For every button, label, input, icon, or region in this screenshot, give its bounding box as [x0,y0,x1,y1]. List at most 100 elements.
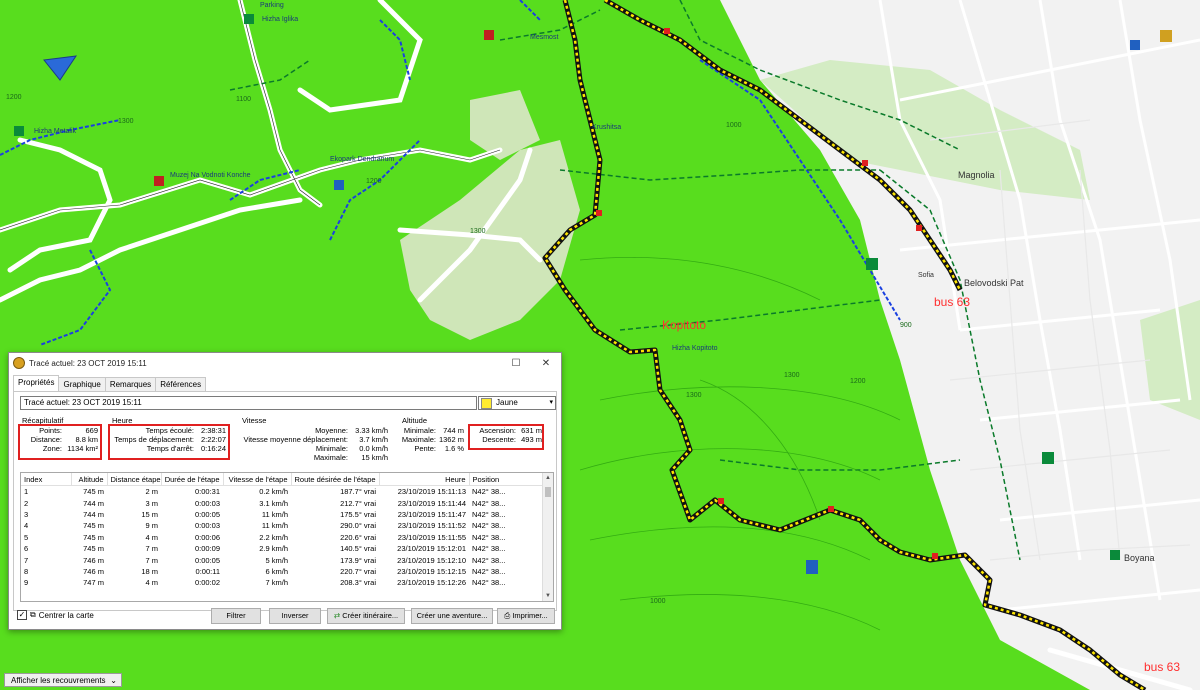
maximize-icon[interactable]: ☐ [501,358,531,369]
cell-index: 3 [24,509,29,519]
contour-label: 1300 [784,372,800,379]
cell-time: 23/10/2019 15:11:44 [397,498,466,508]
scroll-down-icon[interactable]: ▼ [543,591,553,601]
cell-altitude: 745 m [83,521,104,531]
cell-position: N42° 38... [472,487,506,497]
center-map-label: Centrer la carte [38,610,94,620]
map-label-belovodski: Belovodski Pat [964,278,1024,288]
invert-button[interactable]: Inverser [269,608,321,624]
contour-label: 1300 [118,118,134,125]
alt-min-label: Minimale: [403,426,436,435]
table-row[interactable]: 5 745 m 4 m 0:00:06 2.2 km/h 220.6° vrai 23/10… [21,532,543,543]
cell-position: N42° 38... [472,566,506,576]
altitude-title: Altitude [402,416,428,425]
map-label-magnolia: Magnolia [958,170,995,180]
contour-label: 1200 [366,178,382,185]
cell-altitude: 746 m [83,555,104,565]
cell-leg-duration: 0:00:03 [194,521,220,531]
cell-leg-distance: 4 m [145,532,158,542]
col-header-leg-speed[interactable]: Vitesse de l'étape [223,473,292,486]
avg-moving-speed-value: 3.7 km/h [359,435,388,444]
track-properties-dialog[interactable]: Tracé actuel: 23 OCT 2019 15:11 ☐ ✕ Prop… [8,352,562,630]
cell-leg-distance: 9 m [145,521,158,531]
track-name-input[interactable]: Tracé actuel: 23 OCT 2019 15:11 [20,396,477,410]
contour-label: 1300 [686,392,702,399]
cell-time: 23/10/2019 15:12:26 [397,578,466,588]
scrollbar-thumb[interactable] [545,487,551,497]
cell-leg-course: 187.7° vrai [340,487,376,497]
map-label-kopitoto-poi: Hizha Kopitoto [672,345,718,352]
map-label-parking: Parking [260,2,284,9]
printer-icon: ⎙ [504,611,511,620]
properties-panel: Tracé actuel: 23 OCT 2019 15:11 Jaune ▾ … [13,391,557,611]
avg-speed-value: 3.33 km/h [355,426,388,435]
cell-index: 1 [24,487,29,497]
cell-leg-course: 212.7° vrai [340,498,376,508]
map-label-hizha-iglika: Hizha Iglika [262,16,299,23]
min-speed-label: Minimale: [315,444,348,453]
print-label: Imprimer... [512,611,548,620]
cell-leg-speed: 11 km/h [261,509,288,519]
alt-min-value: 744 m [443,426,464,435]
table-row[interactable]: 1 745 m 2 m 0:00:31 0.2 km/h 187.7° vrai 23/10… [21,486,543,498]
table-row[interactable]: 4 745 m 9 m 0:00:03 11 km/h 290.0° vrai 23/10/… [21,520,543,531]
cell-time: 23/10/2019 15:12:10 [397,555,466,565]
cell-position: N42° 38... [472,555,506,565]
center-map-checkbox[interactable]: ✓ ⧉ Centrer la carte [17,610,94,620]
track-points-table[interactable]: Index Altitude Distance étape Durée de l… [20,472,554,602]
contour-label: 1200 [6,94,22,101]
avg-speed-label: Moyenne: [315,426,348,435]
table-row[interactable]: 2 744 m 3 m 0:00:03 3.1 km/h 212.7° vrai 23/10… [21,497,543,508]
map-label-krushitsa: Krushitsa [592,124,622,131]
table-row[interactable]: 6 745 m 7 m 0:00:09 2.9 km/h 140.5° vrai 23/10… [21,543,543,554]
color-select-value: Jaune [496,398,518,407]
map-label-hizha-metalik: Hizha Metalik [34,128,77,135]
min-speed-value: 0.0 km/h [359,444,388,453]
map-label-boyana: Boyana [1124,553,1155,563]
print-button[interactable]: ⎙ Imprimer... [497,608,555,624]
cell-position: N42° 38... [472,532,506,542]
filter-button[interactable]: Filtrer [211,608,261,624]
cell-altitude: 745 m [83,532,104,542]
col-header-leg-course[interactable]: Route désirée de l'étape [291,473,380,486]
speed-group: Vitesse Moyenne: 3.33 km/h Vitesse moyenn… [240,416,396,464]
create-adventure-button[interactable]: Créer une aventure... [411,608,493,624]
cell-altitude: 746 m [83,566,104,576]
table-row[interactable]: 3 744 m 15 m 0:00:05 11 km/h 175.5° vrai 23/10… [21,509,543,520]
alt-max-value: 1362 m [438,435,464,444]
cell-position: N42° 38... [472,498,506,508]
col-header-time[interactable]: Heure [379,473,470,486]
table-row[interactable]: 9 747 m 4 m 0:00:02 7 km/h 208.3° vrai 23/10/2… [21,577,543,588]
color-select[interactable]: Jaune ▾ [478,396,556,410]
avg-moving-speed-label: Vitesse moyenne déplacement: [243,435,348,444]
table-scrollbar[interactable]: ▲ ▼ [542,473,553,601]
cell-leg-course: 290.0° vrai [340,521,376,531]
contour-label: 1200 [850,378,866,385]
close-icon[interactable]: ✕ [531,358,561,369]
scroll-up-icon[interactable]: ▲ [543,473,553,483]
contour-label: 1300 [470,228,486,235]
table-row[interactable]: 7 746 m 7 m 0:00:05 5 km/h 173.9° vrai 23/10/2… [21,554,543,565]
cell-position: N42° 38... [472,578,506,588]
col-header-altitude[interactable]: Altitude [71,473,108,486]
chevron-down-icon: ⌄ [110,676,117,685]
cell-leg-speed: 0.2 km/h [259,487,288,497]
col-header-leg-distance[interactable]: Distance étape [107,473,162,486]
map-label-ekopark: Ekopark Dendrarium [330,156,395,163]
alt-max-label: Maximale: [401,435,436,444]
slope-label: Pente: [414,444,436,453]
cell-altitude: 744 m [83,498,104,508]
dialog-titlebar[interactable]: Tracé actuel: 23 OCT 2019 15:11 ☐ ✕ [9,353,561,373]
table-header-row: Index Altitude Distance étape Durée de l… [21,473,544,486]
contour-label: 1000 [650,598,666,605]
cell-leg-course: 208.3° vrai [340,578,376,588]
cell-leg-duration: 0:00:05 [194,509,220,519]
col-header-position[interactable]: Position [469,473,544,486]
cell-leg-speed: 3.1 km/h [259,498,288,508]
show-overlays-button[interactable]: Afficher les recouvrements ⌄ [4,673,122,687]
checkbox-checked-icon[interactable]: ✓ [17,610,27,620]
table-row[interactable]: 8 746 m 18 m 0:00:11 6 km/h 220.7° vrai 23/10/… [21,566,543,577]
create-route-button[interactable]: ⇄ Créer itinéraire... [327,608,405,624]
col-header-index[interactable]: Index [21,473,72,486]
col-header-leg-duration[interactable]: Durée de l'étape [161,473,224,486]
